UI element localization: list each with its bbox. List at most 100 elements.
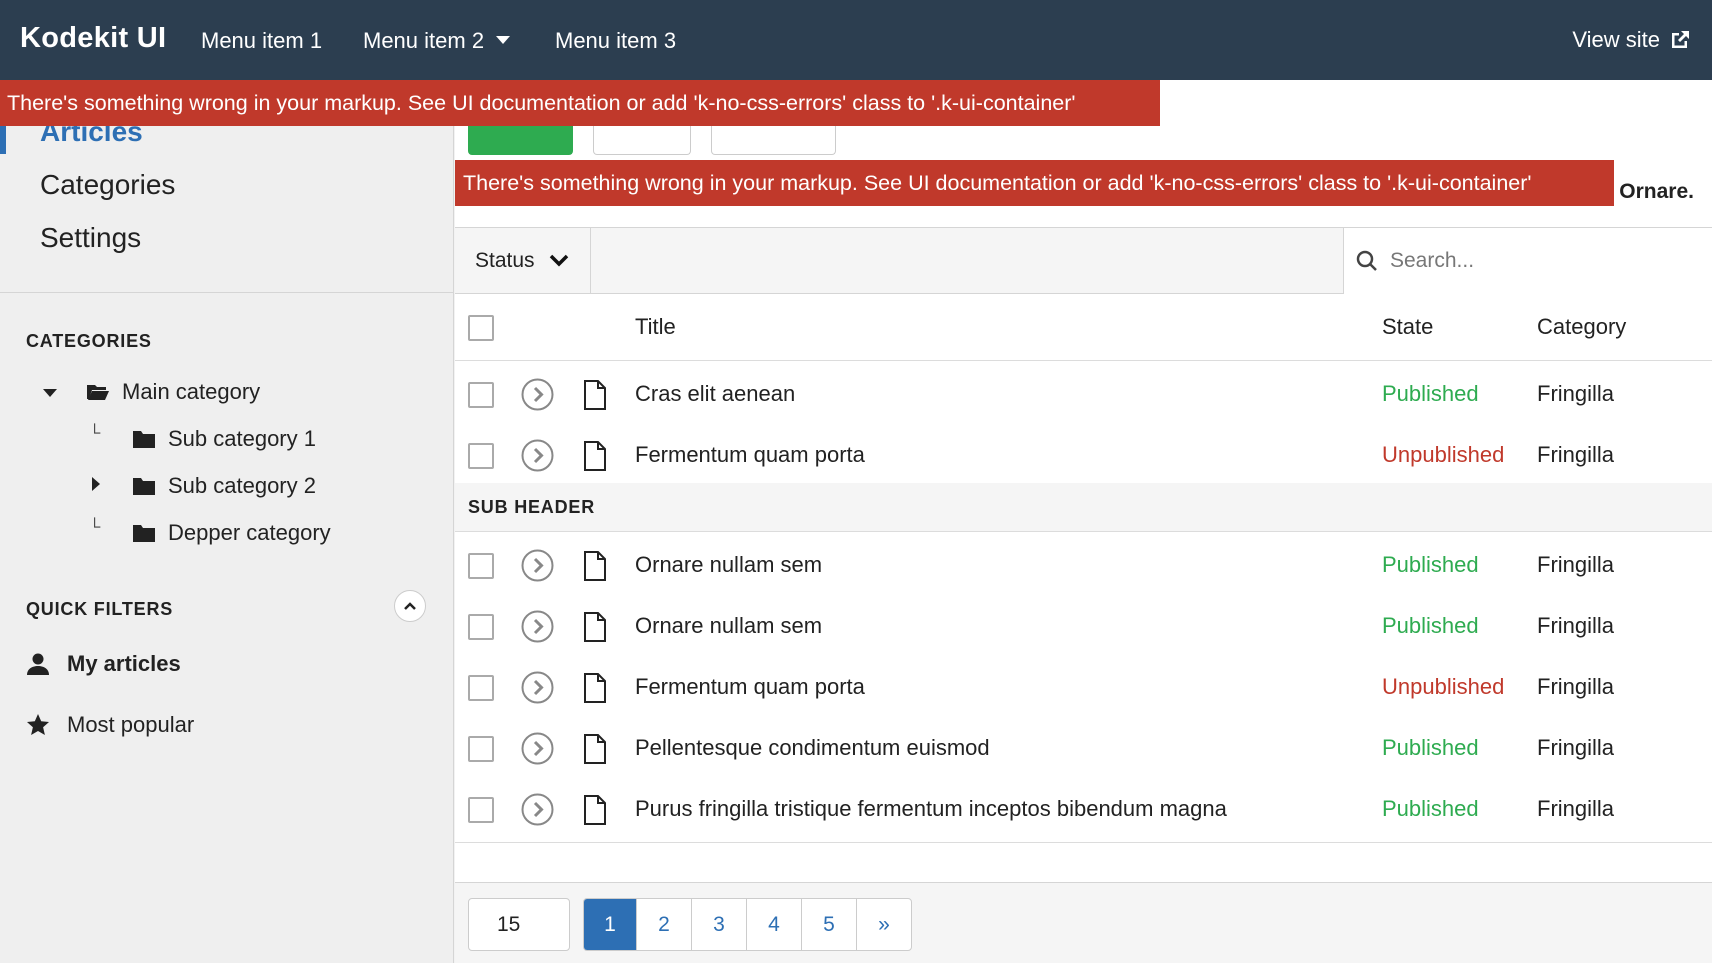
row-title-link[interactable]: Ornare nullam sem [635,532,822,598]
chevron-right-circle-icon[interactable] [521,439,554,472]
row-state-toggle[interactable]: Published [1382,776,1479,842]
filter-label: My articles [67,651,181,676]
tree-item-depper-category[interactable]: Depper category [132,520,331,546]
chevron-down-icon [549,254,568,267]
pagination-page-5[interactable]: 5 [801,899,856,950]
folder-open-icon [87,385,109,400]
row-checkbox[interactable] [468,382,494,408]
row-title-link[interactable]: Cras elit aenean [635,361,795,427]
main-content: Ornare. Status Title State Category Cras… [455,80,1712,963]
row-state-toggle[interactable]: Unpublished [1382,654,1504,720]
row-state-toggle[interactable]: Published [1382,532,1479,598]
row-checkbox[interactable] [468,797,494,823]
table-row: Cras elit aenean Published Fringilla [455,361,1712,428]
document-icon [584,734,606,764]
row-checkbox[interactable] [468,675,494,701]
row-checkbox[interactable] [468,736,494,762]
toolbar-new-button[interactable] [468,125,573,155]
row-category: Fringilla [1537,442,1615,467]
search-icon [1356,250,1377,271]
chevron-right-circle-icon[interactable] [521,610,554,643]
row-checkbox[interactable] [468,553,494,579]
row-state-toggle[interactable]: Published [1382,593,1479,659]
caret-right-icon[interactable] [92,477,100,491]
chevron-right-circle-icon[interactable] [521,378,554,411]
nav-menu-item-2[interactable]: Menu item 2 [363,28,511,54]
pagination-page-3[interactable]: 3 [691,899,746,950]
status-filter-dropdown[interactable]: Status [455,228,591,294]
ornare-text: Ornare. [1619,180,1694,203]
folder-icon [133,431,155,448]
nav-menu-item-1[interactable]: Menu item 1 [201,28,322,54]
row-title-link[interactable]: Fermentum quam porta [635,654,865,720]
tree-item-sub-category-1[interactable]: Sub category 1 [132,426,316,452]
collapse-quick-filters-button[interactable] [394,590,426,622]
select-all-checkbox[interactable] [468,315,494,341]
sidebar-item-settings[interactable]: Settings [40,222,141,254]
caret-down-icon [496,36,511,45]
row-title-link[interactable]: Purus fringilla tristique fermentum ince… [635,776,1227,842]
filter-bar: Status [455,227,1712,294]
nav-menu-item-1-label: Menu item 1 [201,28,323,53]
sub-header-label: SUB HEADER [468,497,596,517]
table-header-row: Title State Category [455,294,1712,361]
tree-item-sub-category-2[interactable]: Sub category 2 [132,473,316,499]
star-icon [27,714,49,735]
nav-menu-item-3[interactable]: Menu item 3 [555,28,676,54]
row-state-toggle[interactable]: Published [1382,361,1479,427]
row-title-link[interactable]: Ornare nullam sem [635,593,822,659]
row-checkbox[interactable] [468,443,494,469]
chevron-right-circle-icon[interactable] [521,793,554,826]
filter-most-popular[interactable]: Most popular [26,712,194,738]
tree-item-label: Main category [122,379,261,404]
toolbar-button-3[interactable] [711,125,836,155]
document-icon [584,673,606,703]
table-row: Purus fringilla tristique fermentum ince… [455,776,1712,843]
toolbar-button-2[interactable] [593,125,691,155]
user-icon [27,653,49,675]
nav-menu-item-3-label: Menu item 3 [555,28,677,53]
chevron-right-circle-icon[interactable] [521,671,554,704]
quick-filters-heading: QUICK FILTERS [26,599,174,619]
filter-my-articles[interactable]: My articles [26,651,181,677]
column-header-title[interactable]: Title [635,294,676,360]
table-row: Ornare nullam sem Published Fringilla [455,593,1712,660]
tree-branch-icon: └ [89,425,101,442]
caret-down-icon[interactable] [43,389,57,397]
row-category: Fringilla [1537,381,1615,406]
search-input[interactable] [1390,249,1690,273]
external-link-icon [1672,31,1689,48]
row-category: Fringilla [1537,674,1615,699]
row-checkbox[interactable] [468,614,494,640]
pagination-page-1[interactable]: 1 [584,899,636,950]
limit-select[interactable]: 15 [468,898,570,951]
document-icon [584,380,606,410]
row-state-toggle[interactable]: Unpublished [1382,422,1504,488]
document-icon [584,795,606,825]
row-title-link[interactable]: Fermentum quam porta [635,422,865,488]
chevron-right-circle-icon[interactable] [521,549,554,582]
row-state-toggle[interactable]: Published [1382,715,1479,781]
css-error-banner-top: There's something wrong in your markup. … [0,80,1160,126]
tree-item-label: Depper category [168,520,331,545]
tree-item-main-category[interactable]: Main category [86,379,260,405]
row-title-link[interactable]: Pellentesque condimentum euismod [635,715,990,781]
table-row: Ornare nullam sem Published Fringilla [455,532,1712,599]
pagination-page-4[interactable]: 4 [746,899,801,950]
table-row: Fermentum quam porta Unpublished Fringilla [455,422,1712,489]
pagination-next-button[interactable]: » [856,899,911,950]
view-site-label: View site [1572,27,1660,52]
table-row: Fermentum quam porta Unpublished Fringilla [455,654,1712,721]
chevron-right-circle-icon[interactable] [521,732,554,765]
sidebar-item-categories[interactable]: Categories [40,169,175,201]
folder-icon [133,525,155,542]
column-header-category[interactable]: Category [1537,294,1626,360]
document-icon [584,551,606,581]
document-icon [584,612,606,642]
nav-menu-item-2-label: Menu item 2 [363,28,485,53]
view-site-link[interactable]: View site [1572,27,1692,53]
pagination-page-2[interactable]: 2 [636,899,691,950]
column-header-state[interactable]: State [1382,294,1433,360]
filter-label: Most popular [67,712,195,737]
brand-logo[interactable]: Kodekit UI [20,22,166,55]
